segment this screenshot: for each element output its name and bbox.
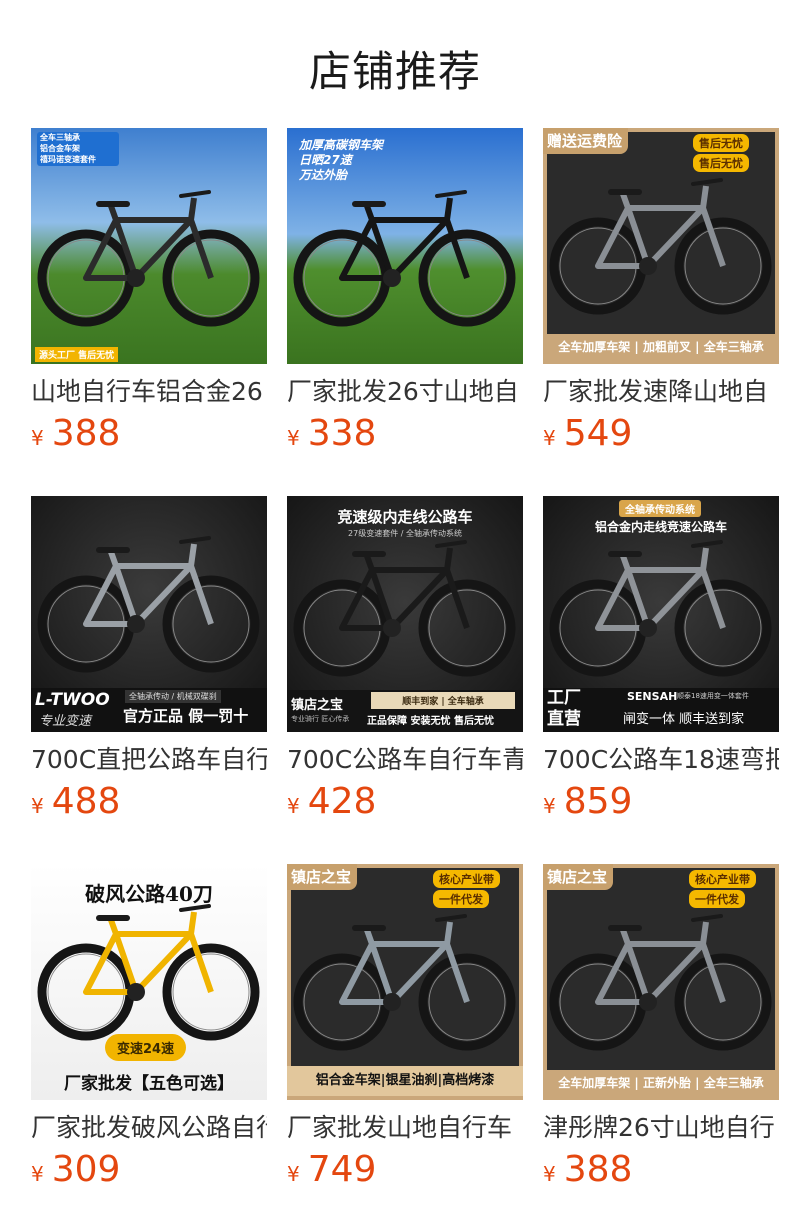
product-card[interactable]: 加厚高碳钢车架 日晒27速 万达外胎 厂家批发26寸山地自 ¥338 xyxy=(287,128,523,460)
speed-badge: 变速24速 xyxy=(105,1034,187,1061)
product-price: ¥549 xyxy=(543,414,779,460)
shipping-banner: 顺丰到家 | 全车轴承 xyxy=(371,692,515,709)
price-value: 488 xyxy=(51,781,121,822)
product-price: ¥488 xyxy=(31,782,267,828)
product-image[interactable]: 加厚高碳钢车架 日晒27速 万达外胎 xyxy=(287,128,523,364)
product-image[interactable]: 破风公路40刀 变速24速 厂家批发【五色可选】 xyxy=(31,864,267,1100)
product-price: ¥859 xyxy=(543,782,779,828)
currency-symbol: ¥ xyxy=(31,1162,44,1186)
bike-icon xyxy=(31,128,267,364)
bike-icon xyxy=(543,128,779,352)
product-price: ¥749 xyxy=(287,1150,523,1196)
product-name[interactable]: 厂家批发山地自行车 xyxy=(287,1112,523,1144)
brand-logo: SENSAH xyxy=(627,690,678,703)
price-value: 859 xyxy=(563,781,633,822)
footer-area: L-TWOO 专业变速 全轴承传动 / 机械双碟刹 官方正品 假一罚十 xyxy=(31,688,267,732)
factory-label: 工厂直营 xyxy=(547,688,581,729)
footer-area: 镇店之宝 专业骑行 匠心传承 顺丰到家 | 全车轴承 正品保障 安装无忧 售后无… xyxy=(287,690,523,732)
product-card[interactable]: 镇店之宝 核心产业带 一件代发 全车加厚车架 | 正新外胎 | 全车三轴承 津彤… xyxy=(543,864,779,1196)
product-card[interactable]: 全轴承传动系统 铝合金内走线竞速公路车 工厂直营 SENSAH 顺泰18速用变一… xyxy=(543,496,779,828)
product-card[interactable]: 全车三轴承 铝合金车架 禧玛诺变速套件 源头工厂 售后无忧 山地自行车铝合金26… xyxy=(31,128,267,460)
product-price: ¥388 xyxy=(543,1150,779,1196)
bike-icon xyxy=(287,128,523,364)
section-title: 店铺推荐 xyxy=(308,47,481,96)
product-price: ¥309 xyxy=(31,1150,267,1196)
product-name[interactable]: 700C公路车18速弯把 xyxy=(543,744,779,776)
product-price: ¥428 xyxy=(287,782,523,828)
product-image[interactable]: 全车三轴承 铝合金车架 禧玛诺变速套件 源头工厂 售后无忧 xyxy=(31,128,267,364)
price-value: 549 xyxy=(563,413,633,454)
price-value: 338 xyxy=(307,413,377,454)
footer-banner: 闸变一体 顺丰送到家 xyxy=(623,712,745,727)
product-name[interactable]: 700C公路车自行车青 xyxy=(287,744,523,776)
product-card[interactable]: 镇店之宝 核心产业带 一件代发 铝合金车架|银星油刹|高档烤漆 厂家批发山地自行… xyxy=(287,864,523,1196)
currency-symbol: ¥ xyxy=(287,794,300,818)
bike-icon xyxy=(543,864,779,1088)
price-value: 309 xyxy=(51,1149,121,1190)
bike-icon xyxy=(287,496,523,714)
product-card[interactable]: 竞速级内走线公路车 27级变速套件 / 全轴承传动系统 镇店之宝 专业骑行 匠心… xyxy=(287,496,523,828)
footer-banner: 全车加厚车架 | 正新外胎 | 全车三轴承 xyxy=(543,1070,779,1096)
product-price: ¥388 xyxy=(31,414,267,460)
currency-symbol: ¥ xyxy=(287,1162,300,1186)
product-name[interactable]: 津彤牌26寸山地自行 xyxy=(543,1112,779,1144)
brand-logo: L-TWOO xyxy=(35,690,110,710)
product-image[interactable]: 竞速级内走线公路车 27级变速套件 / 全轴承传动系统 镇店之宝 专业骑行 匠心… xyxy=(287,496,523,732)
currency-symbol: ¥ xyxy=(31,426,44,450)
product-name[interactable]: 厂家批发破风公路自行 xyxy=(31,1112,267,1144)
footer-banner: 厂家批发【五色可选】 xyxy=(64,1074,234,1094)
price-value: 428 xyxy=(307,781,377,822)
product-card[interactable]: L-TWOO 专业变速 全轴承传动 / 机械双碟刹 官方正品 假一罚十 700C… xyxy=(31,496,267,828)
product-card[interactable]: 赠送运费险 售后无忧 售后无忧 全车加厚车架 | 加粗前叉 | 全车三轴承 厂家… xyxy=(543,128,779,460)
seal-label: 镇店之宝 xyxy=(291,698,344,713)
product-name[interactable]: 厂家批发速降山地自 xyxy=(543,376,779,408)
currency-symbol: ¥ xyxy=(543,794,556,818)
price-value: 388 xyxy=(51,413,121,454)
price-value: 749 xyxy=(307,1149,377,1190)
footer-area: 工厂直营 SENSAH 顺泰18速用变一体套件 闸变一体 顺丰送到家 xyxy=(543,688,779,732)
footer-banner: 铝合金车架|银星油刹|高档烤漆 xyxy=(287,1066,523,1096)
currency-symbol: ¥ xyxy=(287,426,300,450)
product-name[interactable]: 厂家批发26寸山地自 xyxy=(287,376,523,408)
product-price: ¥338 xyxy=(287,414,523,460)
product-image[interactable]: L-TWOO 专业变速 全轴承传动 / 机械双碟刹 官方正品 假一罚十 xyxy=(31,496,267,732)
product-image[interactable]: 镇店之宝 核心产业带 一件代发 铝合金车架|银星油刹|高档烤漆 xyxy=(287,864,523,1100)
brand-subtitle: 专业变速 xyxy=(39,714,92,729)
currency-symbol: ¥ xyxy=(31,794,44,818)
footer-banner: 全车加厚车架 | 加粗前叉 | 全车三轴承 xyxy=(543,334,779,360)
product-name[interactable]: 山地自行车铝合金26 xyxy=(31,376,267,408)
product-name[interactable]: 700C直把公路车自行 xyxy=(31,744,267,776)
price-value: 388 xyxy=(563,1149,633,1190)
footer-banner: 源头工厂 售后无忧 xyxy=(35,347,119,362)
seal-subtitle: 专业骑行 匠心传承 xyxy=(291,715,350,723)
product-card[interactable]: 破风公路40刀 变速24速 厂家批发【五色可选】 厂家批发破风公路自行 ¥309 xyxy=(31,864,267,1196)
bike-icon xyxy=(287,864,523,1088)
product-image[interactable]: 镇店之宝 核心产业带 一件代发 全车加厚车架 | 正新外胎 | 全车三轴承 xyxy=(543,864,779,1100)
currency-symbol: ¥ xyxy=(543,1162,556,1186)
currency-symbol: ¥ xyxy=(543,426,556,450)
bike-icon xyxy=(31,496,267,710)
bike-icon xyxy=(543,496,779,714)
product-image[interactable]: 全轴承传动系统 铝合金内走线竞速公路车 工厂直营 SENSAH 顺泰18速用变一… xyxy=(543,496,779,732)
brand-subtitle: 顺泰18速用变一体套件 xyxy=(677,692,749,700)
footer-banner: 官方正品 假一罚十 xyxy=(123,707,249,725)
footer-banner: 正品保障 安装无忧 售后无忧 xyxy=(367,716,494,727)
spec-label: 全轴承传动 / 机械双碟刹 xyxy=(125,690,221,703)
product-image[interactable]: 赠送运费险 售后无忧 售后无忧 全车加厚车架 | 加粗前叉 | 全车三轴承 xyxy=(543,128,779,364)
